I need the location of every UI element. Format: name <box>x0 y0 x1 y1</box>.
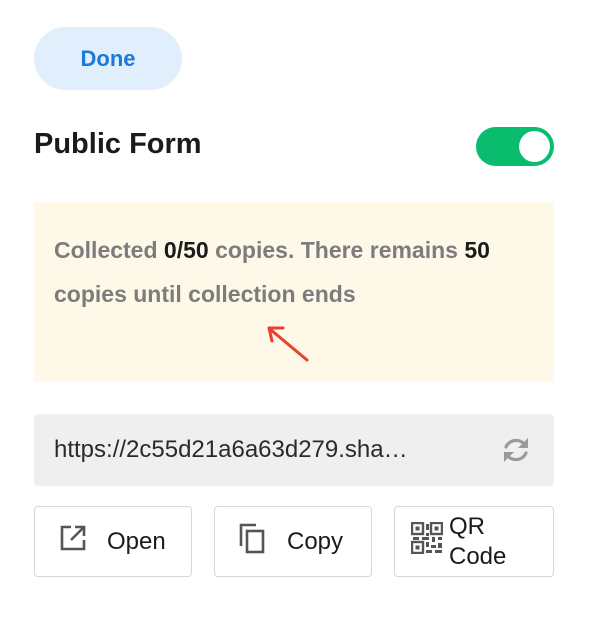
public-form-toggle[interactable] <box>476 127 554 166</box>
done-button[interactable]: Done <box>34 27 182 90</box>
notice-text-3: copies until collection ends <box>54 281 356 307</box>
annotation-arrow-icon <box>267 326 309 362</box>
form-link-field[interactable]: https://2c55d21a6a63d279.sha… <box>34 414 554 486</box>
open-label: Open <box>107 527 166 555</box>
form-url[interactable]: https://2c55d21a6a63d279.sha… <box>54 436 484 464</box>
remaining-count: 50 <box>464 237 490 263</box>
qr-code-button[interactable]: QR Code <box>394 506 554 577</box>
copy-label: Copy <box>287 527 344 555</box>
external-link-icon <box>59 524 87 559</box>
refresh-icon[interactable] <box>500 434 532 471</box>
qr-code-icon <box>410 521 444 561</box>
notice-text-1: Collected <box>54 237 164 263</box>
copy-icon <box>237 522 267 561</box>
copy-button[interactable]: Copy <box>214 506 372 577</box>
page-title: Public Form <box>34 128 202 160</box>
qr-code-label: QR Code <box>449 512 507 570</box>
public-form-panel: Done Public Form Collected 0/50 copies. … <box>0 0 590 622</box>
notice-text-2: copies. There remains <box>208 237 465 263</box>
collected-count: 0/50 <box>163 237 209 263</box>
toggle-knob <box>519 131 550 162</box>
open-button[interactable]: Open <box>34 506 192 577</box>
